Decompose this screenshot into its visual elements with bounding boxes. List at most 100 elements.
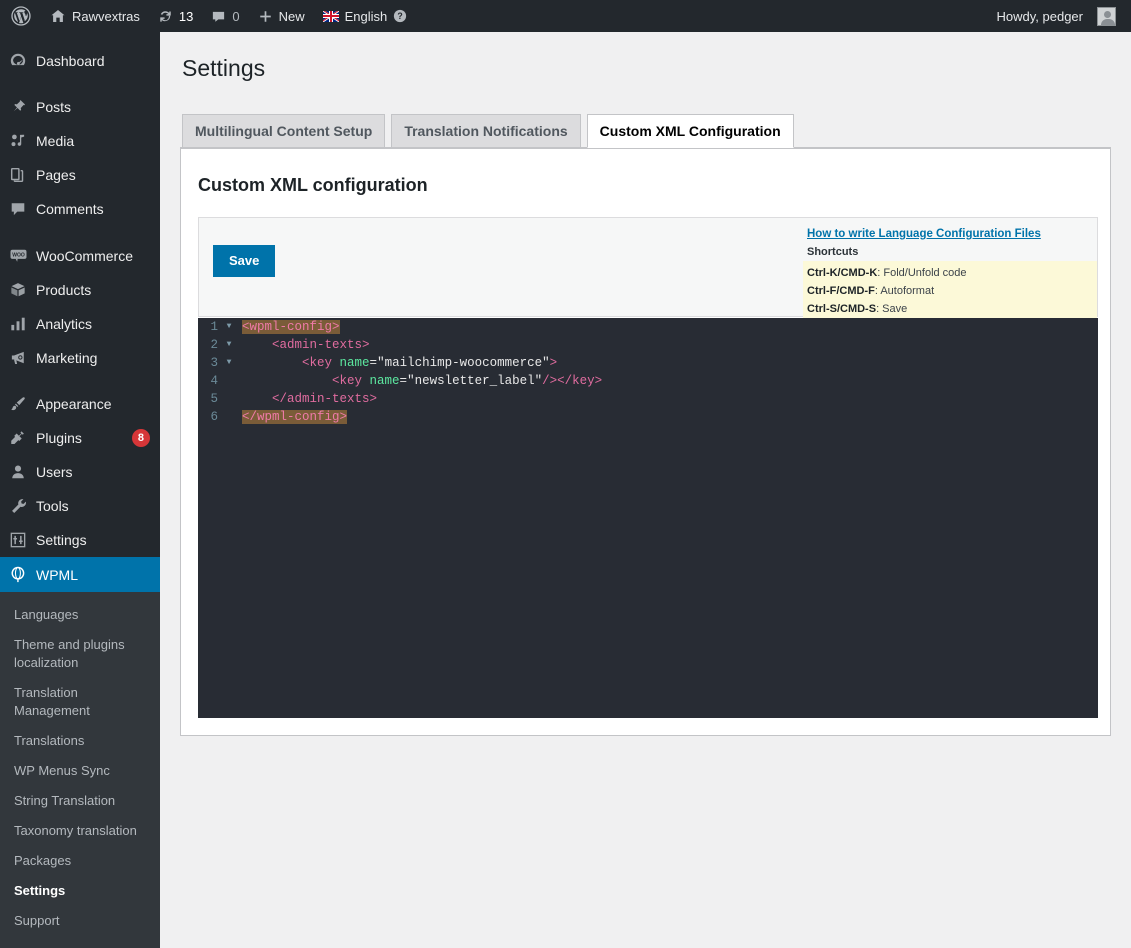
sidebar-item-label: Plugins bbox=[36, 430, 82, 446]
wordpress-logo-button[interactable] bbox=[0, 0, 41, 32]
code-line[interactable]: 6 </wpml-config> bbox=[198, 408, 1098, 426]
code-token: <key bbox=[332, 373, 370, 388]
language-switcher-menu[interactable]: English ? bbox=[314, 0, 417, 32]
editor-toolbar: Save How to write Language Configuration… bbox=[198, 216, 1098, 323]
sidebar-item-comments[interactable]: Comments bbox=[0, 192, 160, 226]
submenu-item-settings[interactable]: Settings bbox=[0, 876, 160, 906]
settings-tabs: Multilingual Content Setup Translation N… bbox=[180, 113, 1111, 148]
tab-custom-xml-configuration[interactable]: Custom XML Configuration bbox=[586, 113, 794, 148]
sidebar-item-appearance[interactable]: Appearance bbox=[0, 387, 160, 421]
code-line[interactable]: 1 ▼ <wpml-config> bbox=[198, 318, 1098, 336]
submenu-item-theme-and-plugins-localization[interactable]: Theme and plugins localization bbox=[0, 630, 160, 678]
line-number: 5 bbox=[210, 391, 218, 406]
code-line[interactable]: 2 ▼ <admin-texts> bbox=[198, 336, 1098, 354]
code-token: <wpml-config> bbox=[242, 319, 340, 334]
sidebar-item-label: Media bbox=[36, 133, 75, 149]
fold-triangle-icon[interactable]: ▼ bbox=[222, 336, 236, 354]
fold-triangle-icon[interactable]: ▼ bbox=[222, 318, 236, 336]
megaphone-icon bbox=[0, 349, 36, 367]
analytics-bars-icon bbox=[0, 315, 36, 333]
code-token: "newsletter_label" bbox=[407, 373, 543, 388]
sidebar-item-media[interactable]: Media bbox=[0, 124, 160, 158]
submenu-item-wp-menus-sync[interactable]: WP Menus Sync bbox=[0, 756, 160, 786]
help-icon[interactable]: ? bbox=[393, 9, 407, 23]
main-content: Settings Multilingual Content Setup Tran… bbox=[160, 32, 1131, 937]
line-number: 4 bbox=[210, 373, 218, 388]
shortcuts-title: Shortcuts bbox=[807, 245, 859, 258]
woocommerce-icon: WOO bbox=[0, 246, 36, 265]
sidebar-item-marketing[interactable]: Marketing bbox=[0, 341, 160, 375]
sidebar-item-posts[interactable]: Posts bbox=[0, 90, 160, 124]
xml-code-editor[interactable]: 1 ▼ <wpml-config> 2 ▼ <admin-texts> 3 ▼ <key n… bbox=[198, 317, 1098, 718]
code-line[interactable]: 3 ▼ <key name="mailchimp-woocommerce"> bbox=[198, 354, 1098, 372]
site-name-menu[interactable]: Rawvextras bbox=[41, 0, 149, 32]
sidebar-item-dashboard[interactable]: Dashboard bbox=[0, 44, 160, 78]
code-token: > bbox=[549, 355, 558, 370]
updates-count: 13 bbox=[178, 8, 194, 24]
language-label: English bbox=[344, 8, 388, 24]
admin-sidebar: Dashboard Posts Media Pages Comments WOO… bbox=[0, 32, 168, 948]
sidebar-item-products[interactable]: Products bbox=[0, 273, 160, 307]
dashboard-icon bbox=[0, 52, 36, 70]
line-number: 2 bbox=[210, 337, 218, 352]
plus-icon bbox=[258, 9, 273, 24]
plugins-update-badge: 8 bbox=[131, 429, 150, 447]
comments-menu[interactable]: 0 bbox=[202, 0, 248, 32]
comment-icon bbox=[0, 200, 36, 218]
shortcut-row: Ctrl-K/CMD-K: Fold/Unfold code bbox=[807, 264, 1093, 282]
sidebar-item-label: Pages bbox=[36, 167, 76, 183]
account-menu[interactable]: Howdy, pedger bbox=[988, 0, 1125, 32]
new-content-menu[interactable]: New bbox=[249, 0, 314, 32]
submenu-item-translations[interactable]: Translations bbox=[0, 726, 160, 756]
avatar bbox=[1097, 6, 1116, 26]
fold-triangle-icon[interactable]: ▼ bbox=[222, 354, 236, 372]
card-title: Custom XML configuration bbox=[198, 174, 428, 195]
sidebar-item-users[interactable]: Users bbox=[0, 455, 160, 489]
shortcut-desc: : Save bbox=[876, 302, 908, 315]
sidebar-item-label: Posts bbox=[36, 99, 72, 115]
toolbar-left: Save bbox=[199, 218, 799, 316]
code-line[interactable]: 5 </admin-texts> bbox=[198, 390, 1098, 408]
sidebar-item-pages[interactable]: Pages bbox=[0, 158, 160, 192]
code-token: </wpml-config> bbox=[242, 409, 348, 424]
sidebar-item-label: Comments bbox=[36, 201, 104, 217]
tab-multilingual-content-setup[interactable]: Multilingual Content Setup bbox=[182, 113, 386, 147]
sidebar-item-label: Analytics bbox=[36, 316, 93, 332]
sidebar-item-plugins[interactable]: Plugins 8 bbox=[0, 421, 160, 455]
code-line[interactable]: 4 <key name="newsletter_label"/></key> bbox=[198, 372, 1098, 390]
code-token: <admin-texts> bbox=[272, 337, 370, 352]
submenu-item-languages[interactable]: Languages bbox=[0, 600, 160, 630]
code-token: name bbox=[339, 355, 370, 370]
sidebar-item-label: Tools bbox=[36, 498, 69, 514]
sidebar-separator bbox=[0, 226, 160, 238]
line-number: 1 bbox=[210, 319, 218, 334]
code-token: name bbox=[369, 373, 400, 388]
updates-menu[interactable]: 13 bbox=[149, 0, 202, 32]
submenu-item-taxonomy-translation[interactable]: Taxonomy translation bbox=[0, 816, 160, 846]
shortcut-desc: : Autoformat bbox=[874, 284, 935, 297]
updates-icon bbox=[158, 9, 173, 24]
how-to-write-language-configuration-files-link[interactable]: How to write Language Configuration File… bbox=[803, 226, 1097, 246]
sidebar-item-woocommerce[interactable]: WOO WooCommerce bbox=[0, 238, 160, 273]
sidebar-item-label: Users bbox=[36, 464, 73, 480]
line-number: 3 bbox=[210, 355, 218, 370]
svg-text:WOO: WOO bbox=[12, 252, 25, 258]
save-button[interactable]: Save bbox=[213, 244, 276, 277]
submenu-item-support[interactable]: Support bbox=[0, 906, 160, 936]
code-token: /> bbox=[542, 373, 558, 388]
sidebar-item-settings[interactable]: Settings bbox=[0, 523, 160, 557]
code-token: "mailchimp-woocommerce" bbox=[377, 355, 550, 370]
pin-icon bbox=[0, 98, 36, 116]
sidebar-item-analytics[interactable]: Analytics bbox=[0, 307, 160, 341]
code-token: </key> bbox=[557, 373, 603, 388]
admin-bar: Rawvextras 13 0 New English ? Howdy, ped… bbox=[0, 0, 1131, 32]
custom-xml-card: Custom XML configuration Save How to wri… bbox=[180, 147, 1111, 736]
sidebar-item-tools[interactable]: Tools bbox=[0, 489, 160, 523]
sidebar-item-wpml[interactable]: WPML bbox=[0, 557, 168, 592]
user-icon bbox=[0, 463, 36, 481]
submenu-item-string-translation[interactable]: String Translation bbox=[0, 786, 160, 816]
sidebar-item-label: Products bbox=[36, 282, 92, 298]
submenu-item-translation-management[interactable]: Translation Management bbox=[0, 678, 160, 726]
tab-translation-notifications[interactable]: Translation Notifications bbox=[391, 113, 581, 147]
submenu-item-packages[interactable]: Packages bbox=[0, 846, 160, 876]
